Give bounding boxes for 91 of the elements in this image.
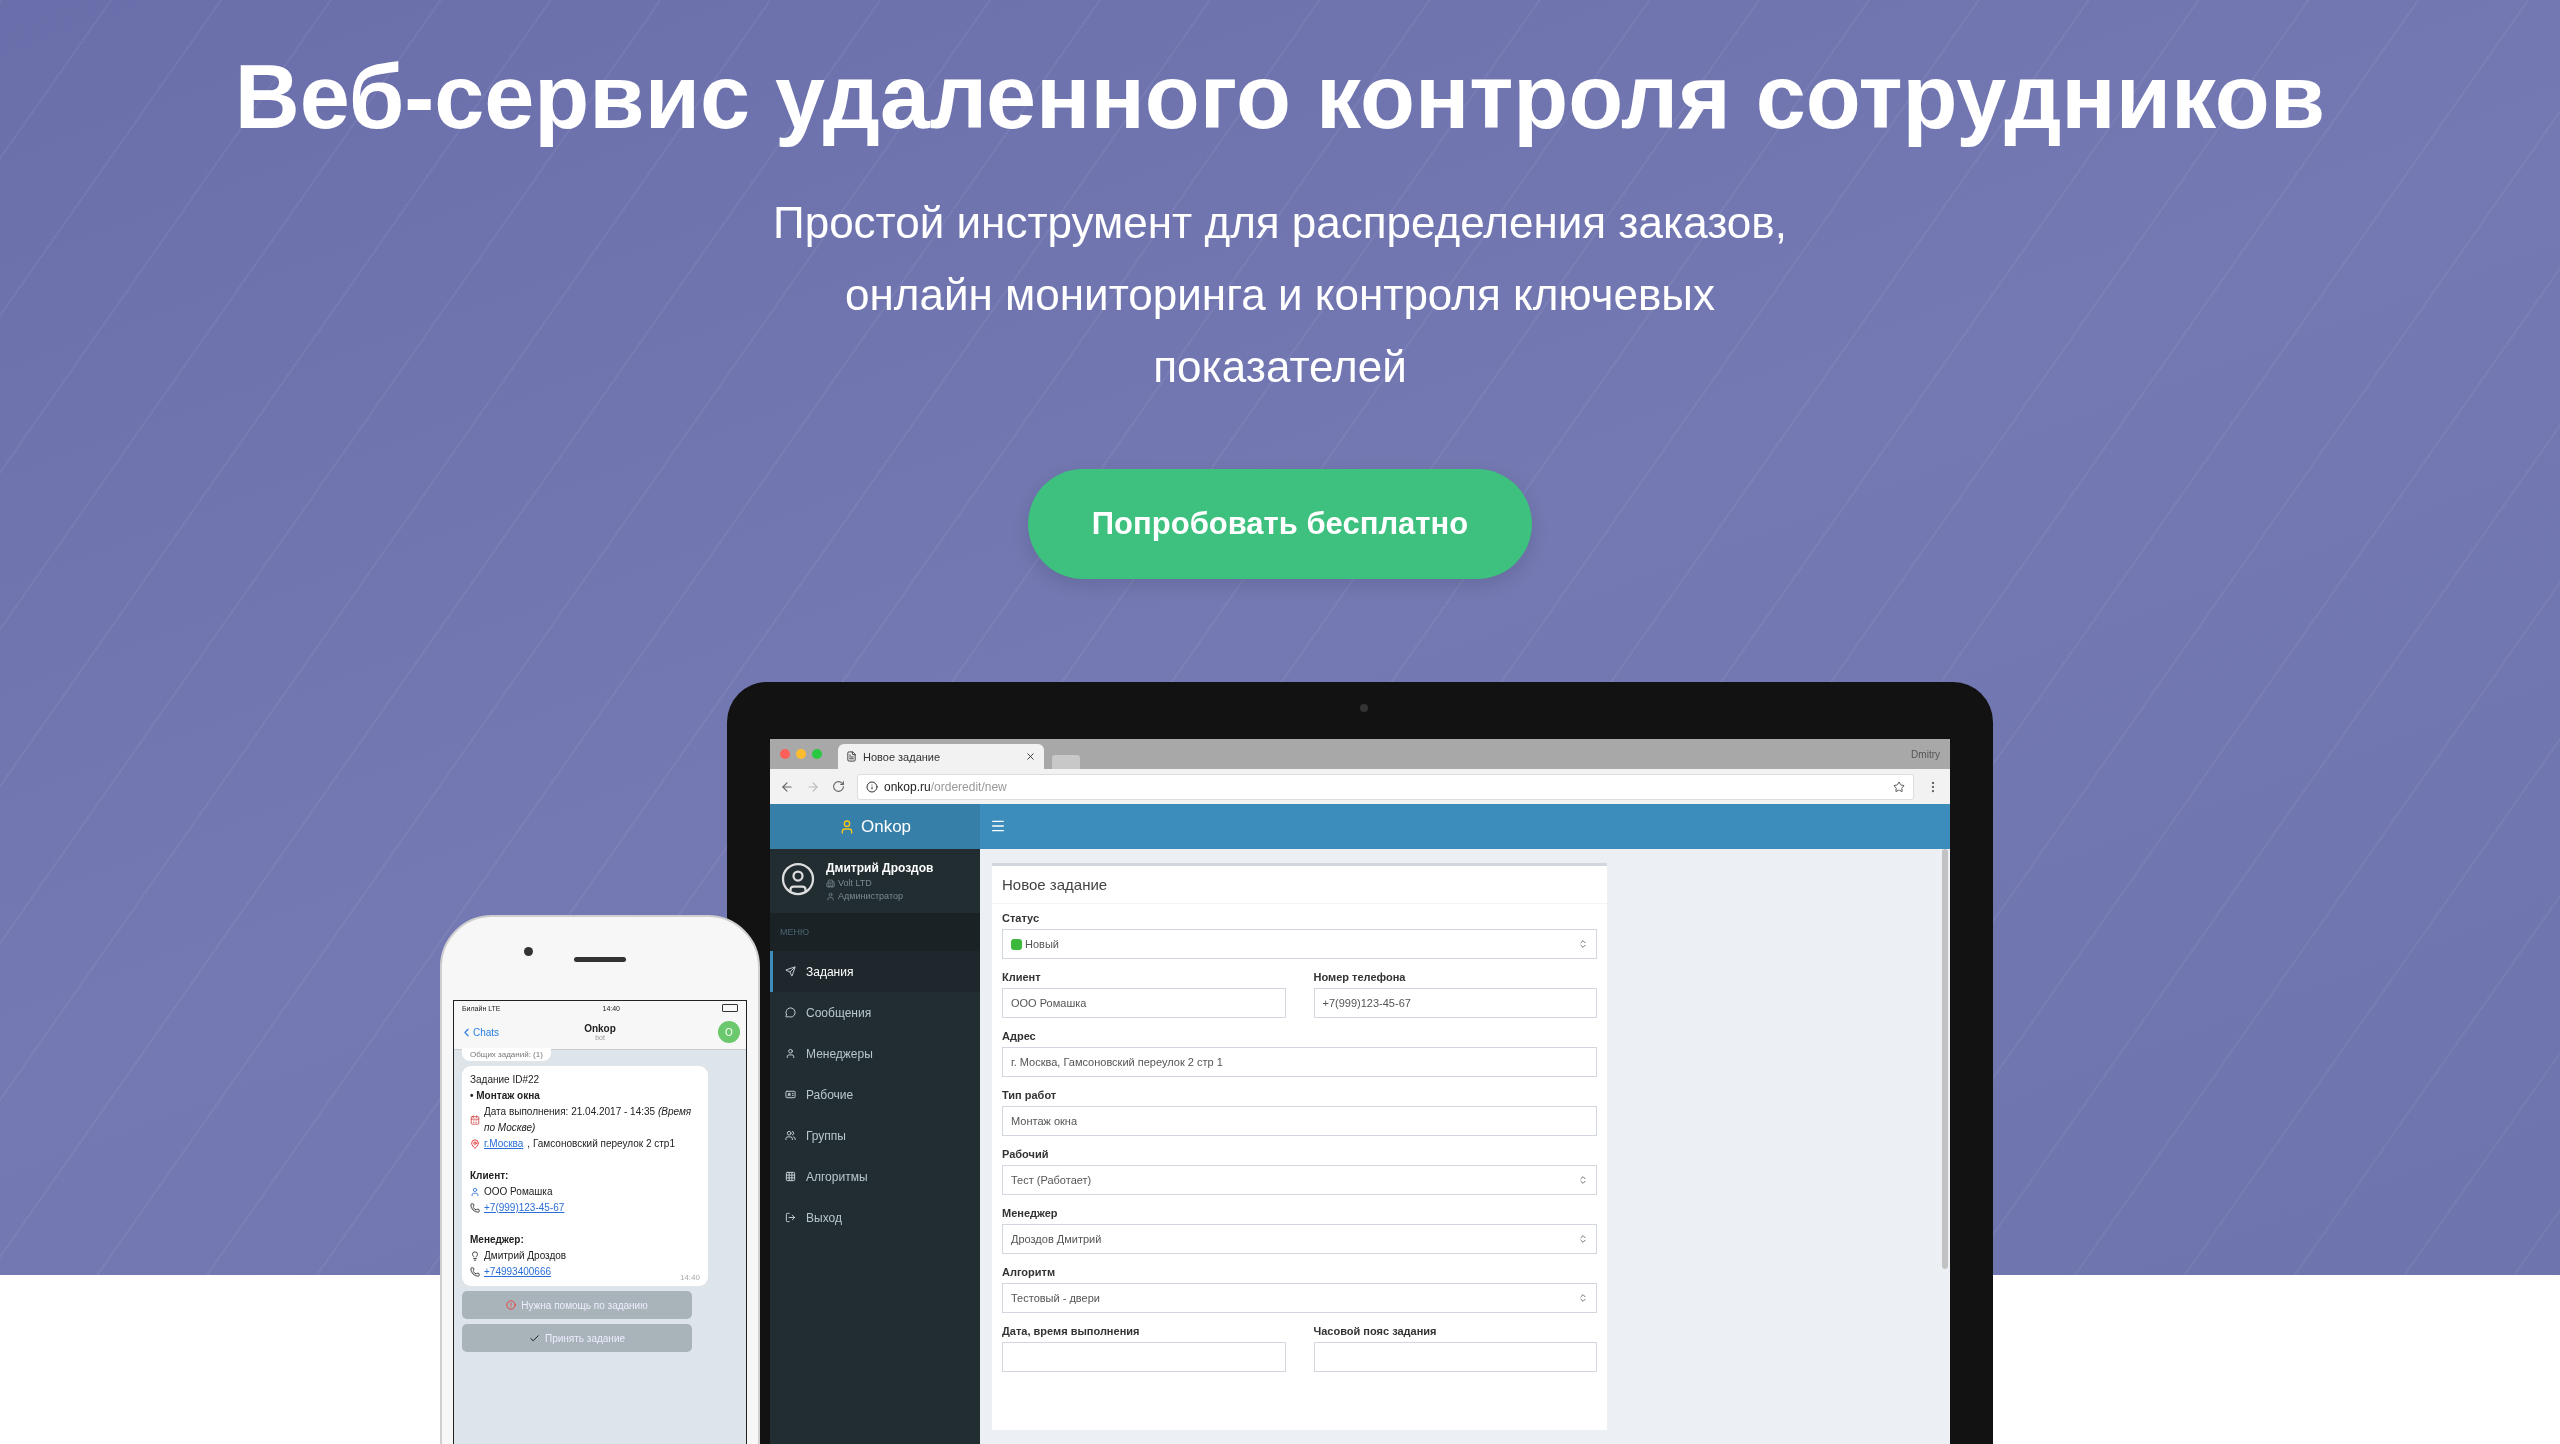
field-label: Номер телефона	[1313, 971, 1407, 983]
menu-icon[interactable]	[990, 818, 1006, 834]
field-label: Адрес	[1002, 1030, 1037, 1042]
page-title: Веб-сервис удаленного контроля сотрудников	[234, 46, 2326, 149]
reload-icon[interactable]	[832, 780, 845, 793]
star-icon[interactable]	[1893, 780, 1905, 793]
sidebar-item[interactable]: Менеджеры	[770, 1033, 980, 1074]
alert-icon	[506, 1300, 517, 1310]
phone-camera	[524, 947, 533, 956]
message-text: Дмитрий Дроздов	[484, 1249, 567, 1263]
message-text: Дата выполнения: 21.04.2017 - 14:35 (Время по Москве)	[484, 1105, 693, 1135]
window-close-dot[interactable]	[780, 749, 790, 759]
select-arrows-icon	[1578, 1175, 1588, 1185]
panel-title: Новое задание	[992, 866, 1607, 904]
field-label: Рабочий	[1002, 1148, 1050, 1160]
info-icon	[866, 780, 878, 793]
back-icon[interactable]	[780, 779, 794, 794]
page-subtitle: Простой инструмент для распределения заказов, онлайн мониторинга и контроля ключевых показателей	[772, 197, 1788, 393]
input-field[interactable]: г. Москва, Гамсоновский переулок 2 стр 1	[1002, 1047, 1597, 1077]
message-link[interactable]: +7(999)123-45-67	[484, 1200, 565, 1216]
company-name: Volt LTD	[838, 878, 872, 888]
field-label: Клиент	[1002, 971, 1042, 983]
pin-icon	[470, 1139, 480, 1149]
window-minimize-dot[interactable]	[796, 749, 806, 759]
select-field[interactable]: Тестовый - двери	[1002, 1283, 1597, 1313]
person-icon	[470, 1187, 480, 1197]
chat-title: Onkop	[584, 1023, 616, 1034]
field-label: Алгоритм	[1002, 1266, 1057, 1278]
sidebar-item[interactable]: Рабочие	[770, 1074, 980, 1115]
input-field[interactable]	[1002, 1342, 1286, 1372]
menu-item-icon	[785, 1171, 796, 1182]
menu-heading: МЕНЮ	[770, 913, 980, 951]
sidebar-item[interactable]: Сообщения	[770, 992, 980, 1033]
battery-icon	[722, 1004, 738, 1012]
menu-item-icon	[785, 1212, 796, 1223]
menu-item-icon	[785, 1007, 796, 1018]
phone-icon	[470, 1267, 480, 1277]
menu-item-icon	[785, 966, 796, 977]
message-bubble: Общих заданий: (1)	[462, 1048, 551, 1061]
input-field[interactable]: ООО Ромашка	[1002, 988, 1286, 1018]
sidebar-item[interactable]: Группы	[770, 1115, 980, 1156]
select-field[interactable]: Новый	[1002, 929, 1597, 959]
menu-item-icon	[785, 1089, 796, 1100]
building-icon	[826, 878, 835, 888]
new-tab-button[interactable]	[1052, 755, 1080, 769]
select-arrows-icon	[1578, 939, 1588, 949]
field-label: Тип работ	[1002, 1089, 1058, 1101]
app-logo[interactable]: Onkop	[770, 804, 980, 849]
user-role: Администратор	[838, 891, 903, 901]
message-link[interactable]: +74993400666	[484, 1264, 552, 1280]
url-field[interactable]: onkop.ru/orderedit/new	[857, 773, 1914, 800]
field-label: Менеджер	[1002, 1207, 1059, 1219]
sidebar-item[interactable]: Алгоритмы	[770, 1156, 980, 1197]
camera-dot	[1360, 704, 1368, 712]
input-field[interactable]	[1313, 1342, 1597, 1372]
phone-icon	[470, 1203, 480, 1213]
sidebar-item[interactable]: Выход	[770, 1197, 980, 1238]
input-field[interactable]: Монтаж окна	[1002, 1106, 1597, 1136]
input-field[interactable]: +7(999)123-45-67	[1313, 988, 1597, 1018]
menu-item-icon	[785, 1048, 796, 1059]
field-label: Статус	[1002, 912, 1041, 924]
menu-item-icon	[785, 1130, 796, 1141]
message-text: , Гамсоновский переулок 2 стр1	[527, 1137, 675, 1151]
field-label: Часовой пояс задания	[1313, 1325, 1438, 1337]
message-text: • Монтаж окна	[470, 1089, 540, 1103]
select-arrows-icon	[1578, 1234, 1588, 1244]
message-text: Клиент:	[470, 1169, 509, 1183]
calendar-icon	[470, 1115, 480, 1125]
message-time: 14:40	[679, 1273, 700, 1282]
back-link[interactable]: Chats	[473, 1026, 500, 1038]
document-icon	[846, 751, 857, 762]
person-icon	[826, 891, 835, 901]
select-field[interactable]: Дроздов Дмитрий	[1002, 1224, 1597, 1254]
sidebar-item[interactable]: Задания	[770, 951, 980, 992]
scrollbar[interactable]	[1942, 849, 1948, 1269]
message-link[interactable]: г.Москва	[484, 1136, 524, 1152]
message-text: Задание ID#22	[470, 1073, 540, 1087]
check-icon	[528, 1332, 540, 1344]
field-label: Дата, время выполнения	[1002, 1325, 1141, 1337]
avatar-icon	[780, 861, 816, 897]
forward-icon[interactable]	[806, 779, 820, 794]
lightbulb-icon	[470, 1251, 480, 1261]
user-name: Дмитрий Дроздов	[826, 861, 934, 875]
browser-tab[interactable]: Новое задание	[838, 744, 1044, 769]
close-icon[interactable]	[1025, 751, 1036, 762]
select-arrows-icon	[1578, 1293, 1588, 1303]
logo-text: Onkop	[860, 816, 912, 837]
select-field[interactable]: Тест (Работает)	[1002, 1165, 1597, 1195]
window-maximize-dot[interactable]	[812, 749, 822, 759]
message-text: ООО Ромашка	[484, 1185, 553, 1199]
message-text: Менеджер:	[470, 1233, 524, 1247]
